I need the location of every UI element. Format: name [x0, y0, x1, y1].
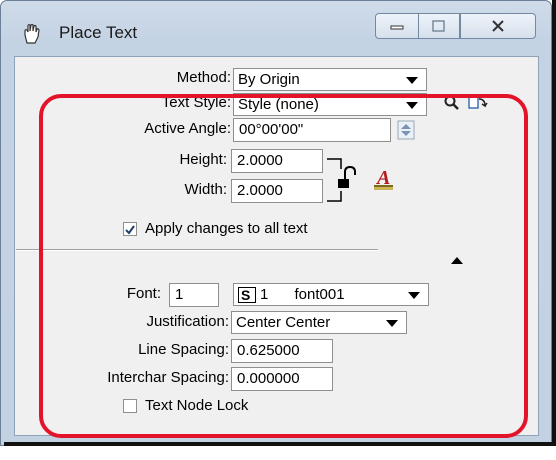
height-field[interactable]: 2.0000: [231, 149, 323, 173]
font-type-icon: S: [238, 287, 256, 303]
place-text-window: Place Text Method: By Origin Text Style:…: [0, 0, 552, 446]
text-color-icon[interactable]: A: [373, 168, 395, 192]
apply-changes-checkbox[interactable]: [123, 222, 137, 236]
svg-text:S: S: [241, 287, 250, 303]
font-dropdown[interactable]: S 1 font001: [233, 283, 429, 306]
style-manage-icon[interactable]: [467, 93, 489, 113]
line-spacing-label: Line Spacing:: [138, 341, 229, 358]
width-field[interactable]: 2.0000: [231, 179, 323, 203]
collapse-arrow-icon[interactable]: [449, 255, 465, 265]
interchar-spacing-label: Interchar Spacing:: [107, 369, 229, 386]
apply-changes-label[interactable]: Apply changes to all text: [145, 220, 308, 237]
window-title: Place Text: [59, 23, 138, 42]
maximize-icon: [432, 19, 445, 32]
minimize-icon: [390, 25, 404, 30]
width-label: Width:: [184, 181, 227, 198]
tool-settings-panel: Method: By Origin Text Style: Style (non…: [14, 56, 539, 436]
line-spacing-field[interactable]: 0.625000: [231, 339, 333, 363]
maximize-button[interactable]: [418, 13, 460, 39]
justification-label: Justification:: [146, 313, 229, 330]
font-selected-number: 1: [260, 286, 269, 303]
text-style-value: Style (none): [238, 96, 319, 113]
text-node-lock-checkbox[interactable]: [123, 399, 137, 413]
font-number-field[interactable]: 1: [169, 283, 219, 307]
close-button[interactable]: [460, 13, 536, 39]
method-label: Method:: [176, 69, 231, 86]
justification-dropdown[interactable]: Center Center: [231, 311, 407, 334]
chevron-down-icon: [408, 292, 420, 299]
method-value: By Origin: [238, 71, 300, 88]
minimize-button[interactable]: [375, 13, 419, 39]
section-divider: [16, 249, 378, 251]
method-dropdown[interactable]: By Origin: [233, 68, 427, 91]
font-selected-name: font001: [294, 286, 345, 303]
chevron-down-icon: [386, 320, 398, 327]
hand-pointer-icon: [24, 23, 40, 44]
magnifier-icon[interactable]: [443, 94, 461, 112]
justification-value: Center Center: [236, 314, 331, 331]
interchar-spacing-field[interactable]: 0.000000: [231, 367, 333, 391]
checkmark-icon: [125, 225, 135, 235]
window-shadow: [552, 0, 556, 446]
text-node-lock-label[interactable]: Text Node Lock: [145, 397, 248, 414]
angle-spinner-icon[interactable]: [397, 120, 415, 140]
height-label: Height:: [179, 151, 227, 168]
close-icon: [492, 20, 504, 32]
active-angle-field[interactable]: 00°00'00": [233, 118, 391, 142]
chevron-down-icon: [406, 102, 418, 109]
active-angle-label: Active Angle:: [144, 120, 231, 137]
font-label: Font:: [126, 285, 161, 302]
text-style-label: Text Style:: [161, 94, 231, 111]
chevron-down-icon: [406, 77, 418, 84]
text-style-dropdown[interactable]: Style (none): [233, 93, 427, 116]
lock-ratio-icon[interactable]: [325, 155, 359, 207]
window-shadow-bottom: [4, 442, 556, 446]
